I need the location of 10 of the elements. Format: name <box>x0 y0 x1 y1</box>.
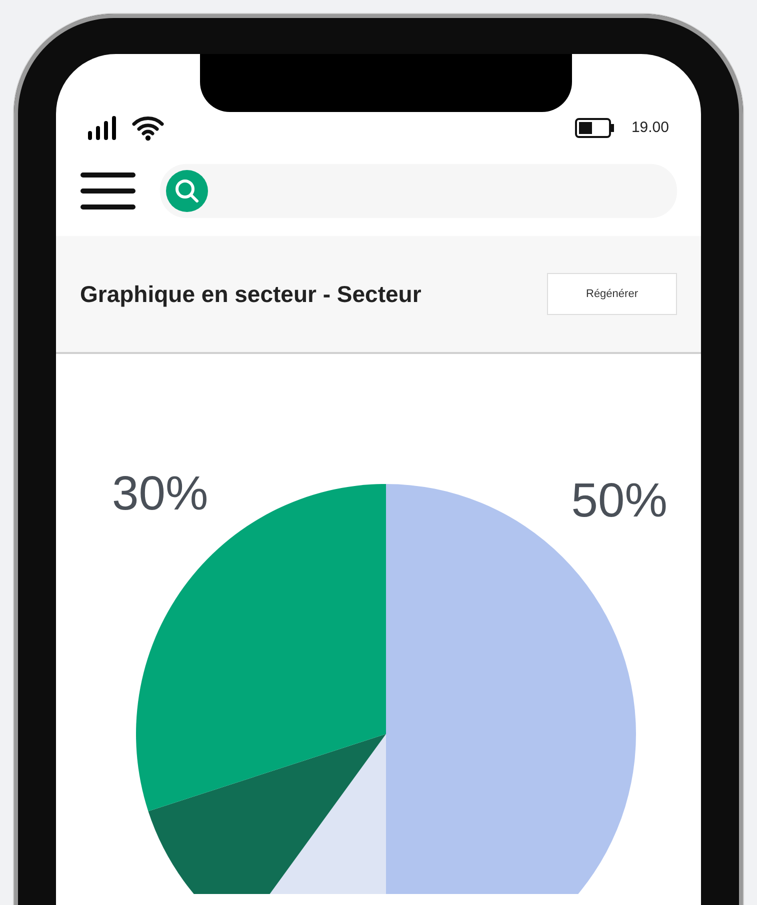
slice-label: 50% <box>571 474 668 528</box>
search-field[interactable] <box>160 164 677 218</box>
card-title: Graphique en secteur - Secteur <box>80 280 422 309</box>
status-time: 19.00 <box>631 118 669 138</box>
slice-label: 30% <box>112 467 208 520</box>
signal-icon <box>88 116 116 140</box>
menu-icon[interactable] <box>80 171 136 211</box>
battery-icon <box>575 118 616 138</box>
regenerate-button[interactable]: Régénérer <box>547 273 677 315</box>
wifi-icon <box>132 115 164 141</box>
